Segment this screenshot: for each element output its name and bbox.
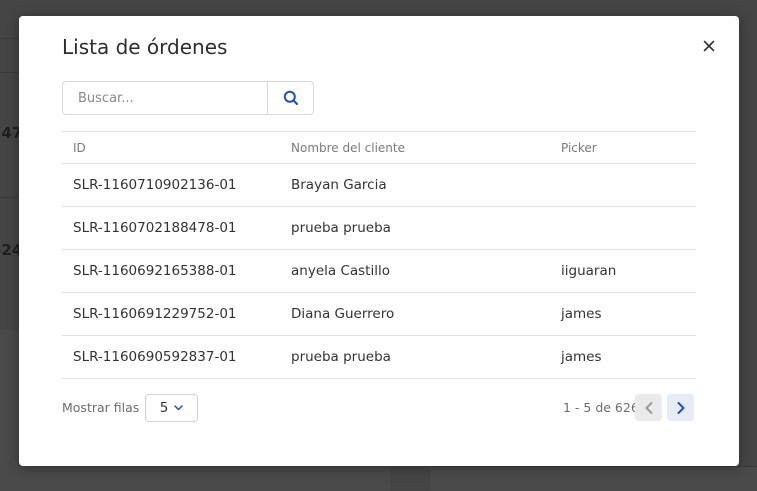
chevron-left-icon (645, 401, 652, 414)
next-page-button[interactable] (667, 394, 694, 421)
table-header: ID Nombre del cliente Picker (62, 132, 696, 164)
cell-picker: james (561, 349, 602, 365)
orders-modal: Lista de órdenes ID Nombre del cliente P… (19, 16, 739, 466)
cell-id: SLR-1160702188478-01 (73, 220, 237, 236)
rows-per-page-label: Mostrar filas (62, 400, 140, 415)
previous-page-button[interactable] (635, 394, 662, 421)
rows-per-page-select[interactable]: 5 (145, 394, 198, 422)
column-header-id: ID (73, 140, 86, 155)
chevron-down-icon (174, 405, 184, 411)
cell-picker: james (561, 306, 602, 322)
cell-client: anyela Castillo (291, 263, 390, 279)
bg-text-fragment: 347 (0, 124, 19, 142)
table-row[interactable]: SLR-1160702188478-01 prueba prueba (62, 207, 696, 250)
cell-client: Brayan Garcia (291, 177, 387, 193)
cell-client: Diana Guerrero (291, 306, 395, 322)
orders-table: ID Nombre del cliente Picker SLR-1160710… (62, 131, 696, 379)
bg-divider (0, 38, 19, 39)
search-input[interactable] (63, 82, 268, 114)
close-icon (703, 40, 715, 52)
column-header-client: Nombre del cliente (291, 140, 405, 155)
cell-picker: iiguaran (561, 263, 617, 279)
cell-id: SLR-1160692165388-01 (73, 263, 237, 279)
bg-text-fragment: 524 (0, 241, 19, 259)
table-row[interactable]: SLR-1160690592837-01 prueba prueba james (62, 336, 696, 379)
search-button[interactable] (267, 82, 313, 114)
search-icon (283, 90, 298, 106)
pagination-info: 1 - 5 de 626 (563, 400, 639, 415)
close-button[interactable] (699, 36, 719, 56)
modal-title: Lista de órdenes (62, 35, 228, 59)
cell-client: prueba prueba (291, 349, 391, 365)
bg-divider (0, 197, 19, 198)
bg-panel (430, 466, 757, 491)
search-box (62, 81, 314, 115)
bg-divider (0, 72, 19, 73)
column-header-picker: Picker (561, 140, 597, 155)
table-row[interactable]: SLR-1160710902136-01 Brayan Garcia (62, 164, 696, 207)
cell-id: SLR-1160690592837-01 (73, 349, 237, 365)
rows-per-page-value: 5 (159, 400, 169, 416)
chevron-right-icon (677, 401, 684, 414)
table-row[interactable]: SLR-1160692165388-01 anyela Castillo iig… (62, 250, 696, 293)
cell-id: SLR-1160710902136-01 (73, 177, 237, 193)
cell-client: prueba prueba (291, 220, 391, 236)
cell-id: SLR-1160691229752-01 (73, 306, 237, 322)
table-row[interactable]: SLR-1160691229752-01 Diana Guerrero jame… (62, 293, 696, 336)
